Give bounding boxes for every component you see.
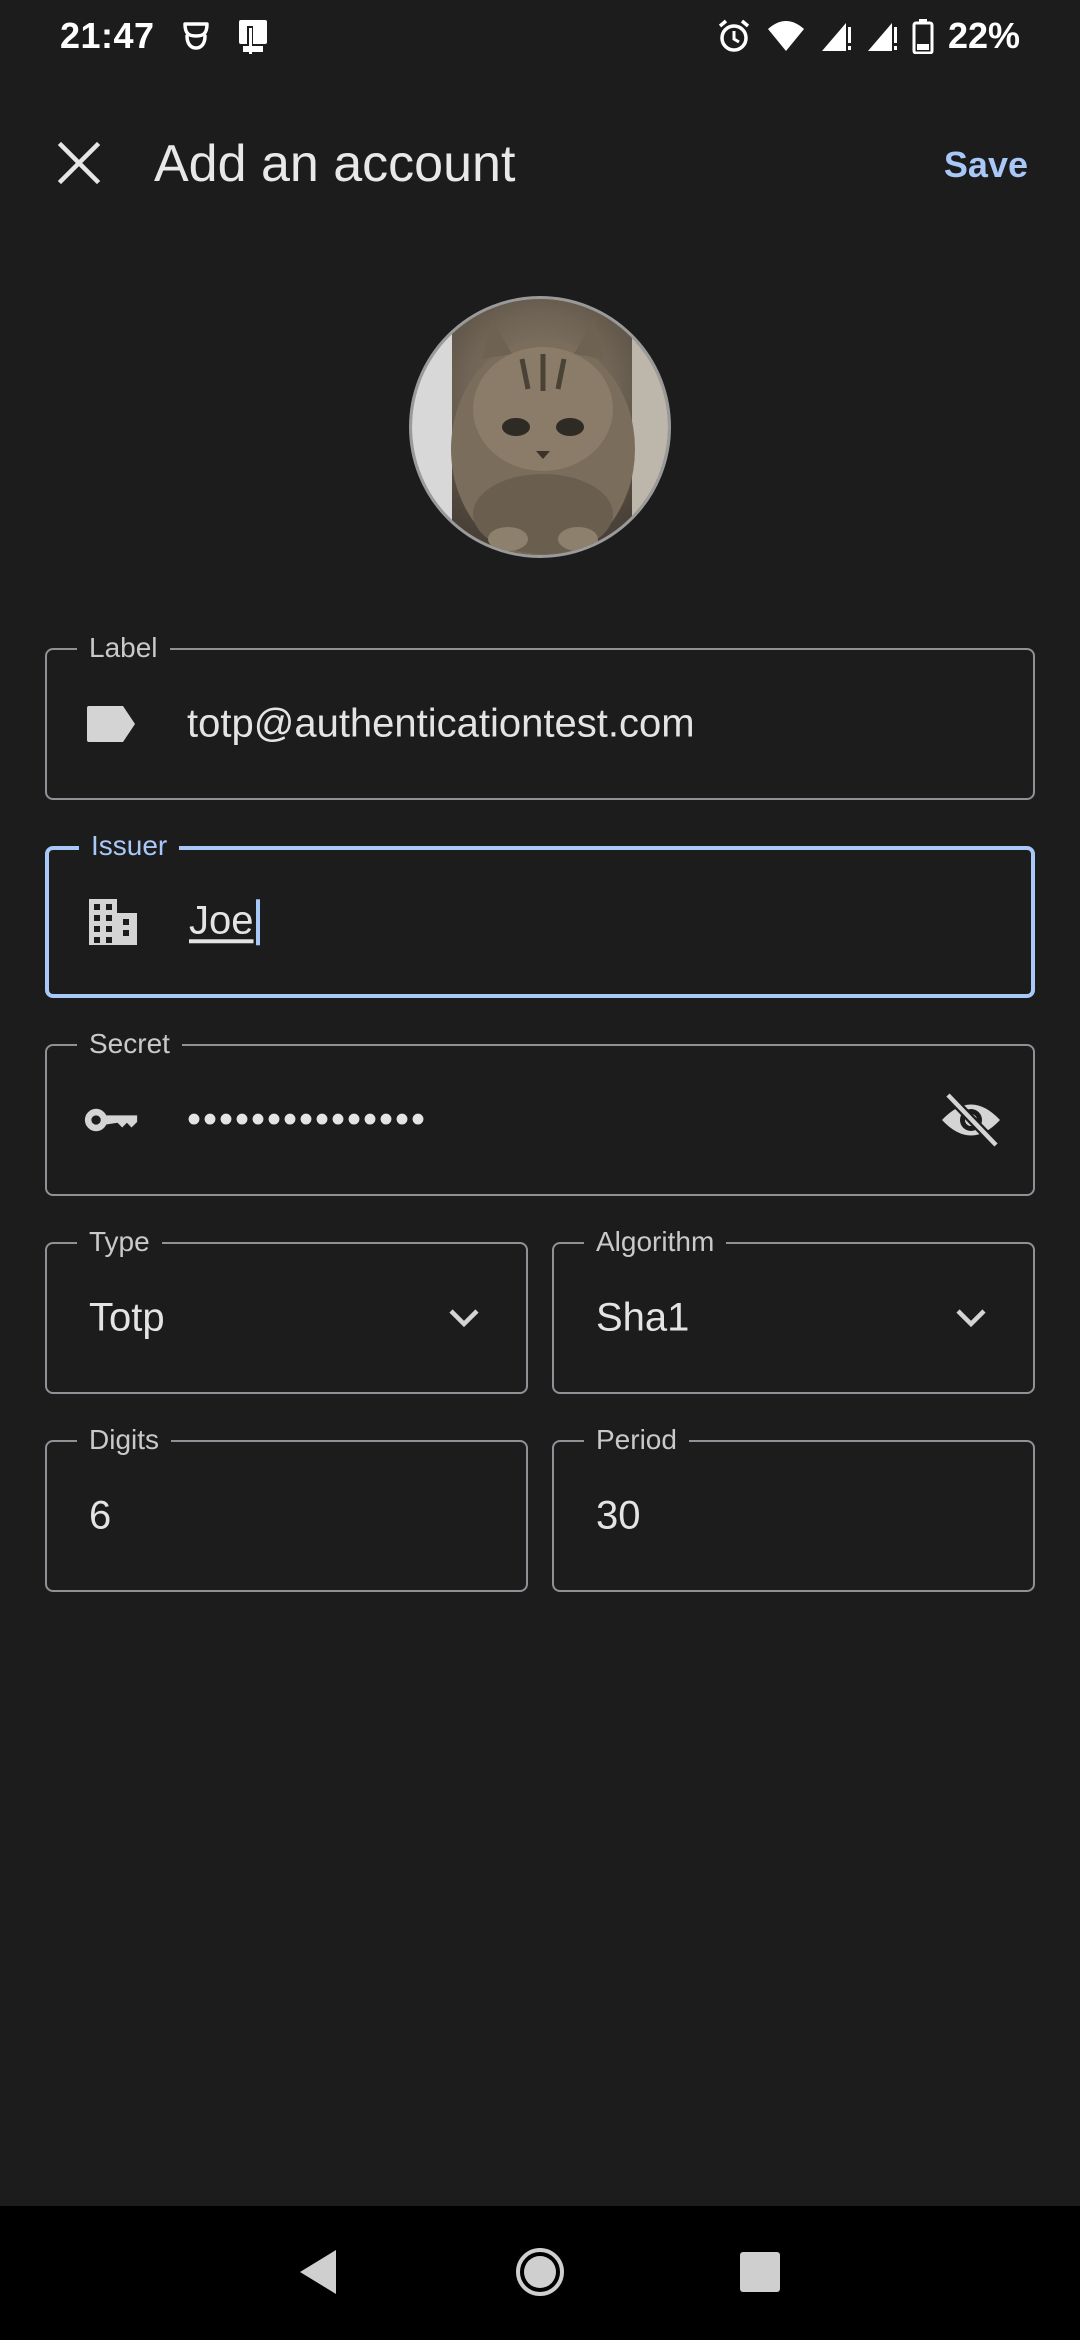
battery-icon <box>912 18 934 54</box>
type-selected-value: Totp <box>89 1295 165 1340</box>
label-input[interactable]: totp@authenticationtest.com <box>187 702 695 747</box>
period-field-label: Period <box>584 1424 689 1456</box>
visibility-off-icon[interactable] <box>939 1088 1003 1152</box>
account-icon-avatar[interactable] <box>409 296 671 558</box>
algorithm-selected-value: Sha1 <box>596 1295 690 1340</box>
battery-percent: 22% <box>947 15 1020 56</box>
system-navigation-bar <box>0 2206 1080 2340</box>
chevron-down-icon <box>951 1298 991 1338</box>
status-right: 22% <box>716 15 1020 57</box>
secret-input[interactable]: ••••••••••••••• <box>187 1098 427 1143</box>
type-field-label: Type <box>77 1226 162 1258</box>
close-button[interactable] <box>44 130 114 200</box>
digits-field-label: Digits <box>77 1424 172 1456</box>
signal-icon <box>866 19 898 53</box>
wifi-icon <box>766 19 806 53</box>
domain-building-icon <box>85 894 141 950</box>
key-icon <box>83 1092 139 1148</box>
digits-field[interactable]: Digits 6 <box>45 1424 528 1592</box>
issuer-text: Joe <box>189 898 254 943</box>
secret-field[interactable]: Secret ••••••••••••••• <box>45 1028 1035 1196</box>
algorithm-field-label: Algorithm <box>584 1226 727 1258</box>
issuer-input[interactable]: Joe <box>189 898 260 946</box>
signal-icon <box>820 19 852 53</box>
app-bar: Add an account Save <box>0 110 1080 220</box>
label-tag-icon <box>83 696 139 752</box>
chevron-down-icon <box>444 1298 484 1338</box>
secret-field-label: Secret <box>77 1028 182 1060</box>
label-field[interactable]: Label totp@authenticationtest.com <box>45 632 1035 800</box>
device-icon <box>233 18 273 54</box>
data-saver-icon <box>181 18 211 54</box>
status-left-icons <box>181 18 273 54</box>
alarm-icon <box>716 18 752 54</box>
save-button[interactable]: Save <box>944 144 1028 186</box>
issuer-field-label: Issuer <box>79 830 180 862</box>
close-icon <box>57 141 101 190</box>
digits-input[interactable]: 6 <box>89 1494 111 1539</box>
algorithm-dropdown[interactable]: Algorithm Sha1 <box>552 1226 1035 1394</box>
status-time: 21:47 <box>60 15 155 56</box>
period-field[interactable]: Period 30 <box>552 1424 1035 1592</box>
period-input[interactable]: 30 <box>596 1494 641 1539</box>
label-field-label: Label <box>77 632 170 664</box>
recents-square-icon <box>738 2250 782 2299</box>
cat-image <box>412 299 668 555</box>
home-circle-icon <box>514 2246 566 2303</box>
page-title: Add an account <box>154 135 516 193</box>
home-button[interactable] <box>506 2240 574 2308</box>
back-triangle-icon <box>296 2248 340 2301</box>
back-button[interactable] <box>284 2240 352 2308</box>
type-dropdown[interactable]: Type Totp <box>45 1226 528 1394</box>
recents-button[interactable] <box>726 2240 794 2308</box>
text-cursor <box>255 899 260 946</box>
issuer-field[interactable]: Issuer Joe <box>45 830 1035 998</box>
status-bar: 21:47 22% <box>0 0 1080 72</box>
